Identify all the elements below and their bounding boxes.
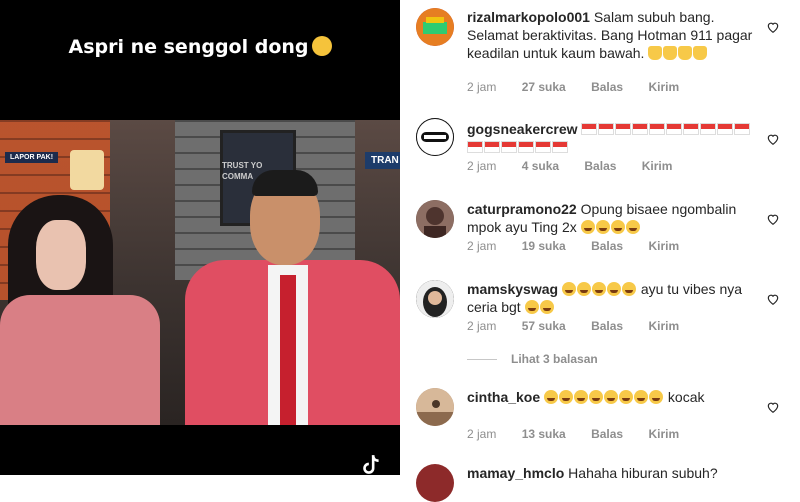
send-button[interactable]: Kirim — [642, 159, 673, 173]
like-count[interactable]: 4 suka — [522, 159, 559, 173]
comment-time: 2 jam — [467, 159, 497, 173]
comment-meta: 2 jam 57 suka Balas Kirim — [467, 319, 701, 333]
comment-username[interactable]: mamay_hmclo — [467, 465, 564, 481]
like-heart-icon[interactable] — [766, 292, 780, 306]
comment-username[interactable]: caturpramono22 — [467, 201, 577, 217]
laughing-emoji-icon — [544, 389, 664, 405]
send-button[interactable]: Kirim — [648, 239, 679, 253]
avatar[interactable] — [416, 388, 454, 426]
send-button[interactable]: Kirim — [648, 319, 679, 333]
like-heart-icon[interactable] — [766, 400, 780, 414]
reply-button[interactable]: Balas — [591, 80, 623, 94]
comment-text: mamskyswag ayu tu vibes nya ceria bgt — [467, 280, 757, 316]
comment-meta: 2 jam 13 suka Balas Kirim — [467, 427, 701, 441]
avatar[interactable] — [416, 118, 454, 156]
woman-figure-face — [36, 220, 86, 290]
laughing-emoji-icon — [580, 219, 641, 235]
avatar[interactable] — [416, 200, 454, 238]
comment-text: rizalmarkopolo001 Salam subuh bang. Sela… — [467, 8, 757, 62]
reply-button[interactable]: Balas — [584, 159, 616, 173]
sweat-smile-emoji-icon — [311, 36, 332, 56]
comments-panel: rizalmarkopolo001 Salam subuh bang. Sela… — [400, 0, 800, 502]
comment-username[interactable]: mamskyswag — [467, 281, 558, 297]
woman-figure-coat — [0, 295, 160, 425]
comment-text: caturpramono22 Opung bisaee ngombalin mp… — [467, 200, 757, 236]
comment-time: 2 jam — [467, 239, 497, 253]
channel-badge: TRAN — [365, 152, 400, 169]
send-button[interactable]: Kirim — [648, 427, 679, 441]
avatar[interactable] — [416, 8, 454, 46]
video-caption: Aspri ne senggol dong — [0, 36, 400, 58]
comment-username[interactable]: rizalmarkopolo001 — [467, 9, 590, 25]
like-count[interactable]: 57 suka — [522, 319, 566, 333]
comment-body: Hahaha hiburan subuh? — [568, 465, 718, 481]
comment-text: cintha_koe kocak — [467, 388, 757, 406]
man-figure-tie — [280, 275, 296, 425]
man-figure-hair — [252, 170, 318, 196]
comment-meta: 2 jam 4 suka Balas Kirim — [467, 159, 694, 173]
wall-lamp — [70, 150, 104, 190]
comment-time: 2 jam — [467, 319, 497, 333]
reply-button[interactable]: Balas — [591, 319, 623, 333]
replies-divider — [467, 359, 497, 361]
view-replies-button[interactable]: Lihat 3 balasan — [467, 352, 598, 366]
comment-time: 2 jam — [467, 80, 497, 94]
thumbs-up-emoji-icon — [648, 45, 708, 61]
avatar[interactable] — [416, 464, 454, 502]
like-heart-icon[interactable] — [766, 20, 780, 34]
reply-button[interactable]: Balas — [591, 427, 623, 441]
comment-text: mamay_hmclo Hahaha hiburan subuh? — [467, 464, 757, 482]
video-frame: TRUST YO COMMA LAPOR PAK! TRAN — [0, 120, 400, 425]
like-count[interactable]: 27 suka — [522, 80, 566, 94]
like-count[interactable]: 13 suka — [522, 427, 566, 441]
like-heart-icon[interactable] — [766, 132, 780, 146]
video-player[interactable]: Aspri ne senggol dong TRUST YO COMMA LAPO… — [0, 0, 400, 475]
avatar[interactable] — [416, 280, 454, 318]
like-count[interactable]: 19 suka — [522, 239, 566, 253]
laughing-emoji-icon — [524, 299, 555, 315]
comment-text: gogsneakercrew — [467, 120, 757, 156]
comment-body: kocak — [667, 389, 705, 405]
reply-button[interactable]: Balas — [591, 239, 623, 253]
comment-username[interactable]: gogsneakercrew — [467, 121, 578, 137]
show-badge-left: LAPOR PAK! — [5, 152, 59, 163]
send-button[interactable]: Kirim — [648, 80, 679, 94]
comment-time: 2 jam — [467, 427, 497, 441]
comment-username[interactable]: cintha_koe — [467, 389, 540, 405]
comment-meta: 2 jam 19 suka Balas Kirim — [467, 239, 701, 253]
tiktok-logo-icon — [363, 455, 379, 474]
like-heart-icon[interactable] — [766, 212, 780, 226]
laughing-emoji-icon — [561, 281, 637, 297]
comment-meta: 2 jam 27 suka Balas Kirim — [467, 80, 701, 94]
